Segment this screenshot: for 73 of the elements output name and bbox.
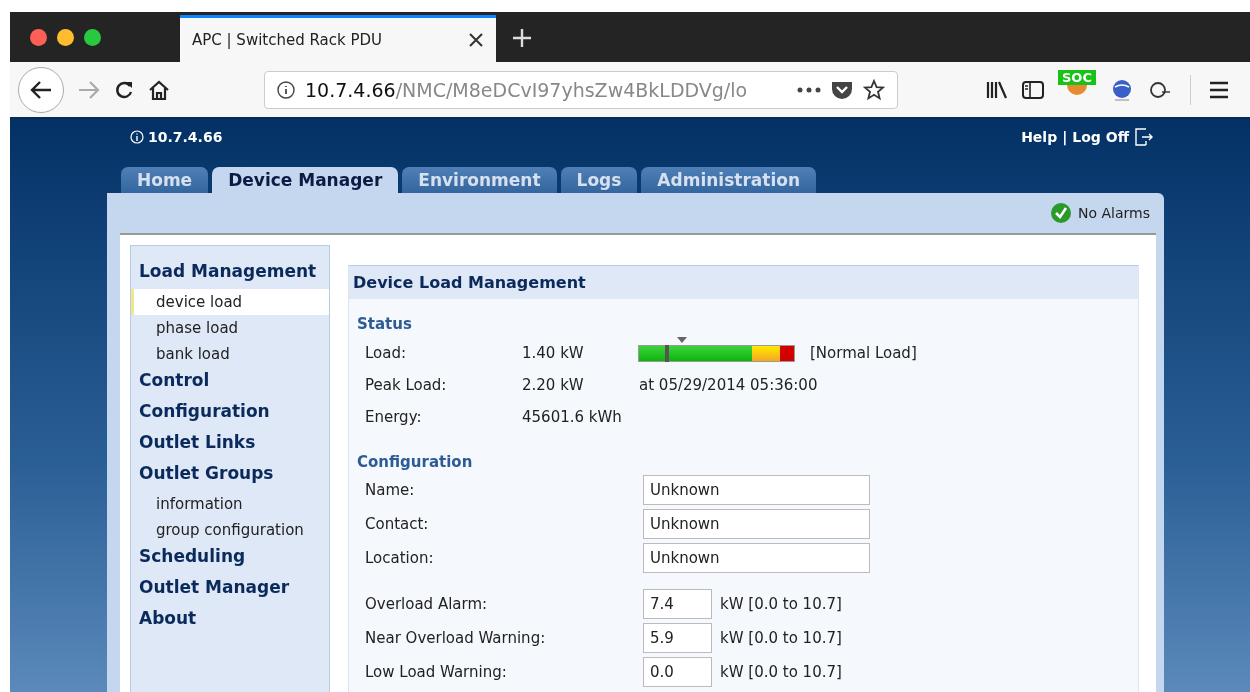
field-label: Overload Alarm: [365,595,489,613]
home-icon[interactable] [148,78,170,101]
nav-tab[interactable]: Device Manager [212,167,399,193]
header-link[interactable]: Log Off [1072,129,1129,145]
address-bar[interactable]: 10.7.4.66/NMC/M8eDCvI97yhsZw4BkLDDVg/lo [264,70,898,109]
nav-tab[interactable]: Environment [402,167,557,193]
field-unit: kW [0.0 to 10.7] [720,629,842,647]
text-field[interactable]: Unknown [643,475,870,505]
sidebar-section-link[interactable]: Scheduling [131,543,329,574]
close-window-icon[interactable] [30,28,47,46]
field-value: 1.40 kW [522,344,585,362]
sidebar-section-link[interactable]: Outlet Groups [131,460,329,491]
nav-tab[interactable]: Home [121,167,209,193]
section-heading: Configuration [356,453,474,471]
text-field[interactable]: 7.4 [643,589,712,619]
text-field[interactable]: 0.0 [643,657,712,687]
field-value: 45601.6 kWh [522,408,623,426]
field-label: Load: [365,344,408,362]
field-value: 2.20 kW [522,376,585,394]
field-label: Near Overload Warning: [365,629,547,647]
back-arrow-icon [30,79,52,100]
field-label: Low Load Warning: [365,663,508,681]
sidebar-item[interactable]: group configuration [131,517,329,543]
panel-title: Device Load Management [349,265,1138,299]
field-unit: kW [0.0 to 10.7] [720,663,842,681]
close-icon[interactable] [468,32,484,48]
sidebar-item[interactable]: information [131,491,329,517]
menu-icon[interactable] [1208,80,1229,99]
alarm-status: No Alarms [1078,205,1150,221]
sidebar-section-link[interactable]: About [131,605,329,636]
minimize-window-icon[interactable] [57,28,74,46]
field-note: at 05/29/2014 05:36:00 [639,376,818,394]
field-note: [Normal Load] [810,344,917,362]
field-unit: kW [0.0 to 10.7] [720,595,842,613]
sidebar-section-link[interactable]: Outlet Links [131,429,329,460]
text-field[interactable]: Unknown [643,509,870,539]
field-label: Name: [365,481,416,499]
link-separator: | [1062,129,1068,145]
section-heading: Status [356,315,413,333]
alarm-range-segment [780,345,794,361]
back-button[interactable] [18,66,64,113]
field-label: Location: [365,549,435,567]
new-tab-icon[interactable] [512,28,532,48]
pocket-icon[interactable] [831,79,853,100]
log-off-icon[interactable] [1134,127,1154,147]
library-icon[interactable] [986,79,1008,100]
check-icon [1050,202,1072,224]
more-icon[interactable] [797,86,821,93]
browser-tab[interactable]: APC | Switched Rack PDU [180,15,496,62]
field-label: Contact: [365,515,430,533]
field-label: Peak Load: [365,376,448,394]
sidebar-item[interactable]: bank load [131,341,329,367]
sidebar-section-link[interactable]: Control [131,367,329,398]
info-icon [130,130,144,144]
sidebar-section-link[interactable]: Outlet Manager [131,574,329,605]
device-address: 10.7.4.66 [148,129,223,145]
nav-tab[interactable]: Administration [641,167,816,193]
reload-icon[interactable] [114,79,134,100]
sidebar-section-link[interactable]: Configuration [131,398,329,429]
sidebar-item[interactable]: device load [131,289,329,315]
header-link[interactable]: Help [1021,129,1058,145]
text-field[interactable]: Unknown [643,543,870,573]
text-field[interactable]: 5.9 [643,623,712,653]
nav-tab[interactable]: Logs [560,167,638,193]
zoom-window-icon[interactable] [84,28,101,46]
sidebar-icon[interactable] [1022,79,1044,100]
field-label: Energy: [365,408,423,426]
sidebar-item[interactable]: phase load [131,315,329,341]
peak-marker-icon [677,336,687,343]
sidebar-section-link[interactable]: Load Management [131,258,329,289]
warning-range-segment [752,345,780,361]
bookmark-star-icon[interactable] [863,78,885,101]
info-icon[interactable] [277,80,295,99]
